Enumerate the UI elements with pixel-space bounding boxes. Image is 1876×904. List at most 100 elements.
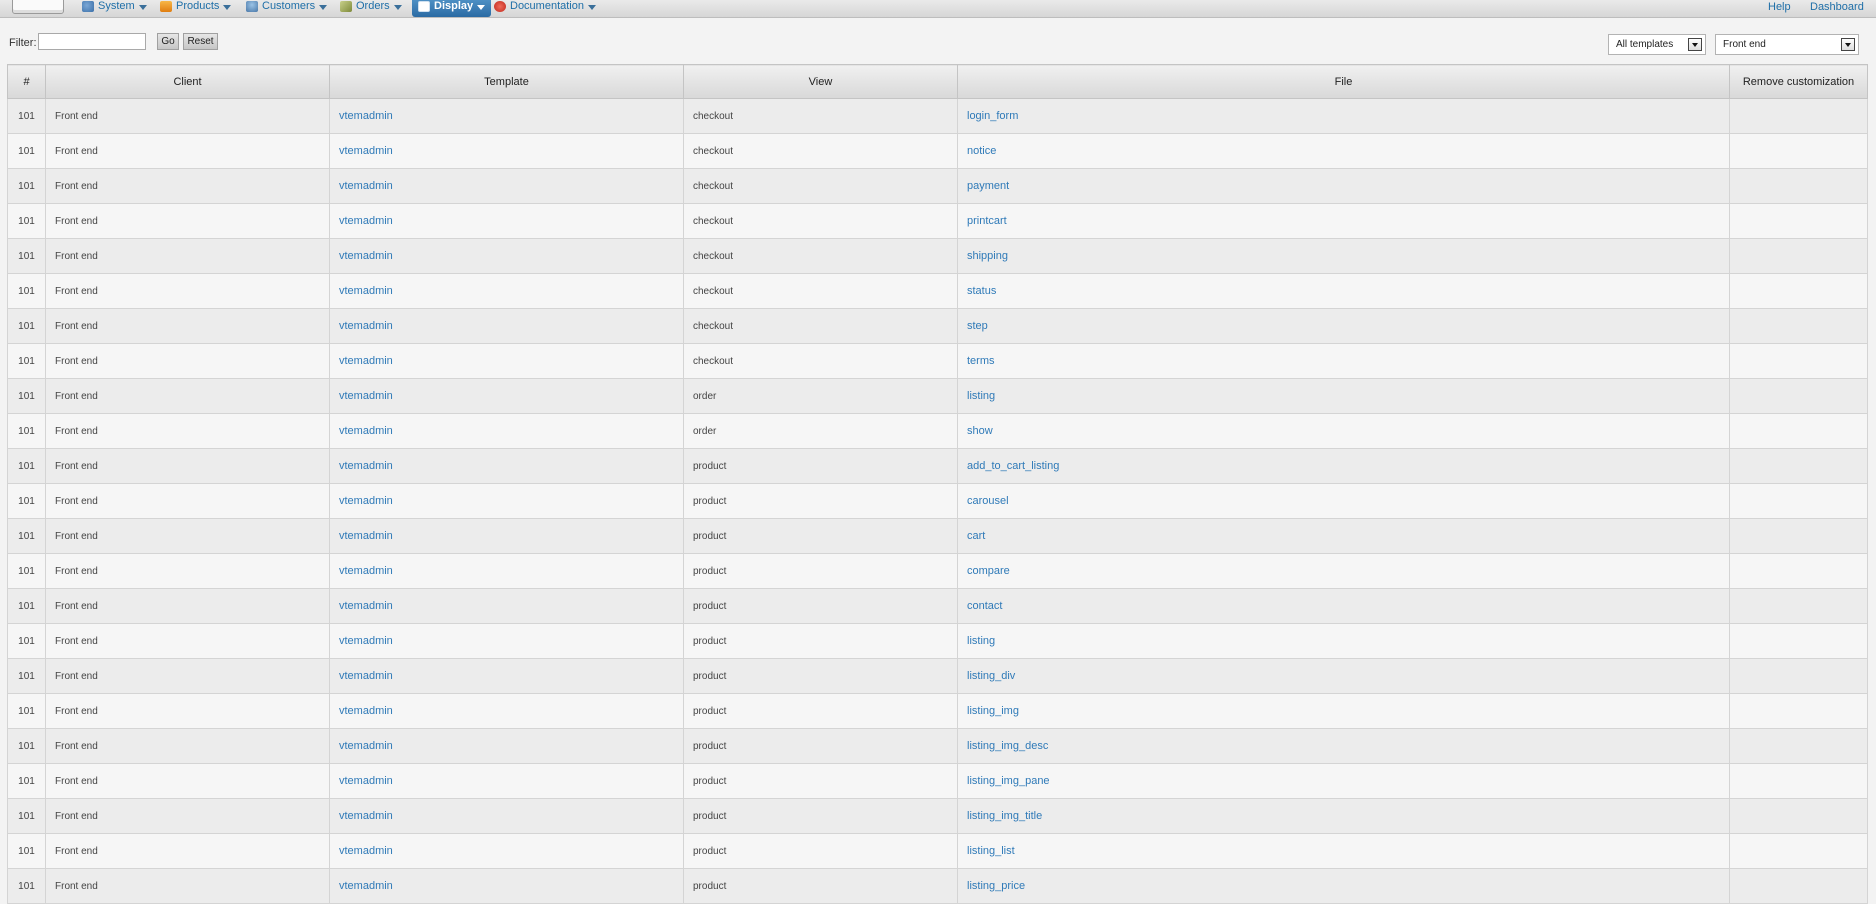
row-remove-customization[interactable] [1729, 343, 1868, 379]
row-file-link[interactable]: listing_img_desc [967, 740, 1048, 752]
row-template-cell: vtemadmin [329, 833, 684, 869]
row-file-link[interactable]: login_form [967, 110, 1018, 122]
row-template-link[interactable]: vtemadmin [339, 845, 393, 857]
row-template-link[interactable]: vtemadmin [339, 740, 393, 752]
menu-system[interactable]: System [82, 0, 147, 17]
row-remove-customization[interactable] [1729, 273, 1868, 309]
row-file-link[interactable]: contact [967, 600, 1002, 612]
row-template-link[interactable]: vtemadmin [339, 250, 393, 262]
row-file-link[interactable]: listing_img_title [967, 810, 1042, 822]
column-header-num[interactable]: # [7, 64, 46, 99]
row-template-cell: vtemadmin [329, 763, 684, 799]
row-template-link[interactable]: vtemadmin [339, 180, 393, 192]
column-header-file[interactable]: File [957, 64, 1730, 99]
row-remove-customization[interactable] [1729, 763, 1868, 799]
row-remove-customization[interactable] [1729, 308, 1868, 344]
row-remove-customization[interactable] [1729, 483, 1868, 519]
row-file-link[interactable]: add_to_cart_listing [967, 460, 1059, 472]
row-template-link[interactable]: vtemadmin [339, 320, 393, 332]
row-remove-customization[interactable] [1729, 448, 1868, 484]
row-remove-customization[interactable] [1729, 798, 1868, 834]
row-file-link[interactable]: shipping [967, 250, 1008, 262]
row-template-link[interactable]: vtemadmin [339, 145, 393, 157]
row-template-link[interactable]: vtemadmin [339, 705, 393, 717]
column-header-remove-customization[interactable]: Remove customization [1729, 64, 1868, 99]
row-remove-customization[interactable] [1729, 98, 1868, 134]
row-remove-customization[interactable] [1729, 588, 1868, 624]
row-remove-customization[interactable] [1729, 518, 1868, 554]
row-template-link[interactable]: vtemadmin [339, 390, 393, 402]
row-template-link[interactable]: vtemadmin [339, 635, 393, 647]
row-remove-customization[interactable] [1729, 133, 1868, 169]
row-remove-customization[interactable] [1729, 623, 1868, 659]
row-file-link[interactable]: carousel [967, 495, 1009, 507]
row-template-link[interactable]: vtemadmin [339, 565, 393, 577]
menu-products[interactable]: Products [160, 0, 232, 17]
row-remove-customization[interactable] [1729, 728, 1868, 764]
menu-orders[interactable]: Orders [340, 0, 402, 17]
row-template-link[interactable]: vtemadmin [339, 355, 393, 367]
dashboard-link[interactable]: Dashboard [1810, 1, 1864, 13]
row-template-link[interactable]: vtemadmin [339, 460, 393, 472]
row-remove-customization[interactable] [1729, 203, 1868, 239]
row-file-cell: notice [957, 133, 1730, 169]
row-template-link[interactable]: vtemadmin [339, 285, 393, 297]
client-select[interactable]: Front end [1715, 34, 1859, 55]
row-file-link[interactable]: listing [967, 390, 995, 402]
row-template-link[interactable]: vtemadmin [339, 215, 393, 227]
row-file-link[interactable]: payment [967, 180, 1009, 192]
row-file-link[interactable]: listing_img [967, 705, 1019, 717]
filter-input[interactable] [38, 33, 146, 50]
row-file-link[interactable]: listing [967, 635, 995, 647]
row-file-link[interactable]: show [967, 425, 993, 437]
row-file-link[interactable]: cart [967, 530, 985, 542]
go-button[interactable]: Go [157, 33, 179, 50]
row-template-link[interactable]: vtemadmin [339, 670, 393, 682]
row-file-cell: listing [957, 378, 1730, 414]
row-file-link[interactable]: compare [967, 565, 1010, 577]
row-id: 101 [7, 168, 46, 204]
row-remove-customization[interactable] [1729, 378, 1868, 414]
column-header-view[interactable]: View [683, 64, 958, 99]
row-remove-customization[interactable] [1729, 868, 1868, 904]
row-template-link[interactable]: vtemadmin [339, 775, 393, 787]
row-template-link[interactable]: vtemadmin [339, 810, 393, 822]
row-file-cell: printcart [957, 203, 1730, 239]
row-template-link[interactable]: vtemadmin [339, 880, 393, 892]
row-file-link[interactable]: notice [967, 145, 996, 157]
help-link[interactable]: Help [1768, 1, 1791, 13]
row-file-link[interactable]: listing_list [967, 845, 1015, 857]
row-remove-customization[interactable] [1729, 553, 1868, 589]
row-remove-customization[interactable] [1729, 413, 1868, 449]
row-id: 101 [7, 693, 46, 729]
template-select[interactable]: All templates [1608, 34, 1706, 55]
display-icon [418, 1, 430, 12]
row-remove-customization[interactable] [1729, 658, 1868, 694]
table-row: 101 Front end vtemadmin product listing_div [7, 658, 1868, 694]
row-remove-customization[interactable] [1729, 168, 1868, 204]
row-file-link[interactable]: listing_price [967, 880, 1025, 892]
row-file-link[interactable]: status [967, 285, 996, 297]
row-file-link[interactable]: terms [967, 355, 995, 367]
column-header-client[interactable]: Client [45, 64, 330, 99]
row-remove-customization[interactable] [1729, 238, 1868, 274]
column-header-template[interactable]: Template [329, 64, 684, 99]
app-logo[interactable] [12, 0, 64, 14]
row-template-link[interactable]: vtemadmin [339, 495, 393, 507]
row-template-link[interactable]: vtemadmin [339, 110, 393, 122]
row-file-link[interactable]: listing_div [967, 670, 1015, 682]
row-template-link[interactable]: vtemadmin [339, 600, 393, 612]
menu-display[interactable]: Display [412, 0, 492, 17]
row-template-link[interactable]: vtemadmin [339, 530, 393, 542]
row-client: Front end [45, 413, 330, 449]
row-remove-customization[interactable] [1729, 833, 1868, 869]
row-file-link[interactable]: printcart [967, 215, 1007, 227]
chevron-down-icon [588, 4, 596, 10]
row-template-link[interactable]: vtemadmin [339, 425, 393, 437]
menu-documentation[interactable]: Documentation [494, 0, 596, 17]
row-file-link[interactable]: step [967, 320, 988, 332]
reset-button[interactable]: Reset [183, 33, 218, 50]
menu-customers[interactable]: Customers [246, 0, 328, 17]
row-remove-customization[interactable] [1729, 693, 1868, 729]
row-file-link[interactable]: listing_img_pane [967, 775, 1050, 787]
